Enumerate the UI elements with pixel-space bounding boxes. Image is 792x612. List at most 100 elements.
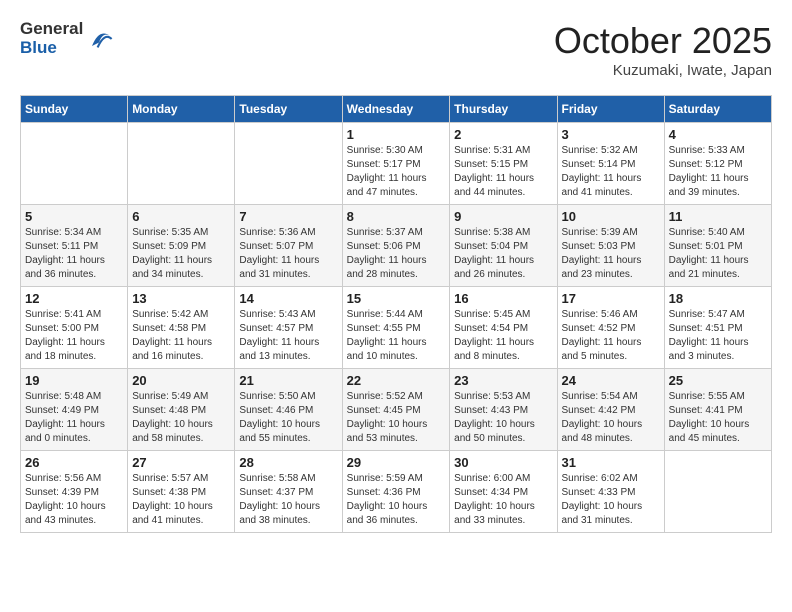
col-header-thursday: Thursday (450, 96, 557, 123)
title-block: October 2025 Kuzumaki, Iwate, Japan (554, 20, 772, 79)
day-number: 19 (25, 373, 123, 388)
col-header-friday: Friday (557, 96, 664, 123)
day-number: 12 (25, 291, 123, 306)
day-number: 10 (562, 209, 660, 224)
calendar-cell (128, 123, 235, 205)
day-number: 2 (454, 127, 552, 142)
day-info: Sunrise: 5:48 AM Sunset: 4:49 PM Dayligh… (25, 390, 123, 446)
day-info: Sunrise: 5:53 AM Sunset: 4:43 PM Dayligh… (454, 390, 552, 446)
calendar-cell: 28 Sunrise: 5:58 AM Sunset: 4:37 PM Dayli… (235, 451, 342, 533)
calendar-cell: 19 Sunrise: 5:48 AM Sunset: 4:49 PM Dayli… (21, 369, 128, 451)
day-number: 29 (347, 455, 446, 470)
day-info: Sunrise: 5:31 AM Sunset: 5:15 PM Dayligh… (454, 144, 552, 200)
logo-icon (85, 25, 113, 53)
calendar-cell: 30 Sunrise: 6:00 AM Sunset: 4:34 PM Dayli… (450, 451, 557, 533)
day-number: 17 (562, 291, 660, 306)
day-info: Sunrise: 5:54 AM Sunset: 4:42 PM Dayligh… (562, 390, 660, 446)
calendar-cell: 8 Sunrise: 5:37 AM Sunset: 5:06 PM Daylig… (342, 205, 450, 287)
day-number: 26 (25, 455, 123, 470)
calendar-cell: 14Sunrise: 5:43 AM Sunset: 4:57 PM Dayli… (235, 287, 342, 369)
col-header-wednesday: Wednesday (342, 96, 450, 123)
logo: General Blue (20, 20, 113, 57)
day-number: 28 (239, 455, 337, 470)
day-number: 7 (239, 209, 337, 224)
day-info: Sunrise: 6:00 AM Sunset: 4:34 PM Dayligh… (454, 472, 552, 528)
calendar-week-4: 19 Sunrise: 5:48 AM Sunset: 4:49 PM Dayli… (21, 369, 772, 451)
calendar-cell: 7Sunrise: 5:36 AM Sunset: 5:07 PM Daylig… (235, 205, 342, 287)
day-info: Sunrise: 5:34 AM Sunset: 5:11 PM Dayligh… (25, 226, 123, 282)
calendar-week-5: 26Sunrise: 5:56 AM Sunset: 4:39 PM Dayli… (21, 451, 772, 533)
calendar-week-1: 1 Sunrise: 5:30 AM Sunset: 5:17 PM Daylig… (21, 123, 772, 205)
day-info: Sunrise: 5:55 AM Sunset: 4:41 PM Dayligh… (669, 390, 767, 446)
location-title: Kuzumaki, Iwate, Japan (554, 62, 772, 79)
day-info: Sunrise: 5:49 AM Sunset: 4:48 PM Dayligh… (132, 390, 230, 446)
calendar-cell: 17 Sunrise: 5:46 AM Sunset: 4:52 PM Dayli… (557, 287, 664, 369)
calendar-cell: 23 Sunrise: 5:53 AM Sunset: 4:43 PM Dayli… (450, 369, 557, 451)
day-number: 31 (562, 455, 660, 470)
calendar-header-row: SundayMondayTuesdayWednesdayThursdayFrid… (21, 96, 772, 123)
day-number: 27 (132, 455, 230, 470)
month-title: October 2025 (554, 20, 772, 62)
day-info: Sunrise: 5:35 AM Sunset: 5:09 PM Dayligh… (132, 226, 230, 282)
calendar-cell: 29 Sunrise: 5:59 AM Sunset: 4:36 PM Dayli… (342, 451, 450, 533)
day-number: 30 (454, 455, 552, 470)
day-info: Sunrise: 6:02 AM Sunset: 4:33 PM Dayligh… (562, 472, 660, 528)
calendar-cell: 9 Sunrise: 5:38 AM Sunset: 5:04 PM Daylig… (450, 205, 557, 287)
calendar-cell (664, 451, 771, 533)
calendar-cell: 6 Sunrise: 5:35 AM Sunset: 5:09 PM Daylig… (128, 205, 235, 287)
day-info: Sunrise: 5:39 AM Sunset: 5:03 PM Dayligh… (562, 226, 660, 282)
calendar-cell: 25 Sunrise: 5:55 AM Sunset: 4:41 PM Dayli… (664, 369, 771, 451)
logo-blue: Blue (20, 39, 83, 58)
day-info: Sunrise: 5:33 AM Sunset: 5:12 PM Dayligh… (669, 144, 767, 200)
page-header: General Blue October 2025 Kuzumaki, Iwat… (20, 20, 772, 79)
day-number: 25 (669, 373, 767, 388)
calendar-cell: 26Sunrise: 5:56 AM Sunset: 4:39 PM Dayli… (21, 451, 128, 533)
day-number: 13 (132, 291, 230, 306)
day-number: 9 (454, 209, 552, 224)
day-info: Sunrise: 5:32 AM Sunset: 5:14 PM Dayligh… (562, 144, 660, 200)
calendar-cell: 3 Sunrise: 5:32 AM Sunset: 5:14 PM Daylig… (557, 123, 664, 205)
calendar-cell: 27Sunrise: 5:57 AM Sunset: 4:38 PM Dayli… (128, 451, 235, 533)
day-info: Sunrise: 5:37 AM Sunset: 5:06 PM Dayligh… (347, 226, 446, 282)
calendar-cell: 15 Sunrise: 5:44 AM Sunset: 4:55 PM Dayli… (342, 287, 450, 369)
logo-general: General (20, 20, 83, 39)
day-number: 21 (239, 373, 337, 388)
calendar-cell: 1 Sunrise: 5:30 AM Sunset: 5:17 PM Daylig… (342, 123, 450, 205)
calendar-cell: 22 Sunrise: 5:52 AM Sunset: 4:45 PM Dayli… (342, 369, 450, 451)
day-info: Sunrise: 5:44 AM Sunset: 4:55 PM Dayligh… (347, 308, 446, 364)
day-info: Sunrise: 5:38 AM Sunset: 5:04 PM Dayligh… (454, 226, 552, 282)
calendar-cell (235, 123, 342, 205)
day-info: Sunrise: 5:52 AM Sunset: 4:45 PM Dayligh… (347, 390, 446, 446)
day-info: Sunrise: 5:45 AM Sunset: 4:54 PM Dayligh… (454, 308, 552, 364)
calendar-cell: 5 Sunrise: 5:34 AM Sunset: 5:11 PM Daylig… (21, 205, 128, 287)
calendar-cell: 20Sunrise: 5:49 AM Sunset: 4:48 PM Dayli… (128, 369, 235, 451)
calendar-cell: 4 Sunrise: 5:33 AM Sunset: 5:12 PM Daylig… (664, 123, 771, 205)
day-number: 6 (132, 209, 230, 224)
day-number: 8 (347, 209, 446, 224)
calendar-cell: 18Sunrise: 5:47 AM Sunset: 4:51 PM Dayli… (664, 287, 771, 369)
calendar-cell: 13 Sunrise: 5:42 AM Sunset: 4:58 PM Dayli… (128, 287, 235, 369)
calendar-cell: 31 Sunrise: 6:02 AM Sunset: 4:33 PM Dayli… (557, 451, 664, 533)
day-number: 5 (25, 209, 123, 224)
day-info: Sunrise: 5:43 AM Sunset: 4:57 PM Dayligh… (239, 308, 337, 364)
day-number: 15 (347, 291, 446, 306)
day-info: Sunrise: 5:47 AM Sunset: 4:51 PM Dayligh… (669, 308, 767, 364)
day-info: Sunrise: 5:42 AM Sunset: 4:58 PM Dayligh… (132, 308, 230, 364)
day-number: 23 (454, 373, 552, 388)
day-number: 1 (347, 127, 446, 142)
day-info: Sunrise: 5:58 AM Sunset: 4:37 PM Dayligh… (239, 472, 337, 528)
calendar-cell: 2 Sunrise: 5:31 AM Sunset: 5:15 PM Daylig… (450, 123, 557, 205)
day-number: 16 (454, 291, 552, 306)
calendar-cell (21, 123, 128, 205)
calendar-table: SundayMondayTuesdayWednesdayThursdayFrid… (20, 95, 772, 533)
col-header-sunday: Sunday (21, 96, 128, 123)
day-info: Sunrise: 5:46 AM Sunset: 4:52 PM Dayligh… (562, 308, 660, 364)
calendar-cell: 21 Sunrise: 5:50 AM Sunset: 4:46 PM Dayli… (235, 369, 342, 451)
day-info: Sunrise: 5:30 AM Sunset: 5:17 PM Dayligh… (347, 144, 446, 200)
day-number: 4 (669, 127, 767, 142)
day-info: Sunrise: 5:50 AM Sunset: 4:46 PM Dayligh… (239, 390, 337, 446)
col-header-saturday: Saturday (664, 96, 771, 123)
day-number: 22 (347, 373, 446, 388)
day-info: Sunrise: 5:59 AM Sunset: 4:36 PM Dayligh… (347, 472, 446, 528)
day-number: 3 (562, 127, 660, 142)
